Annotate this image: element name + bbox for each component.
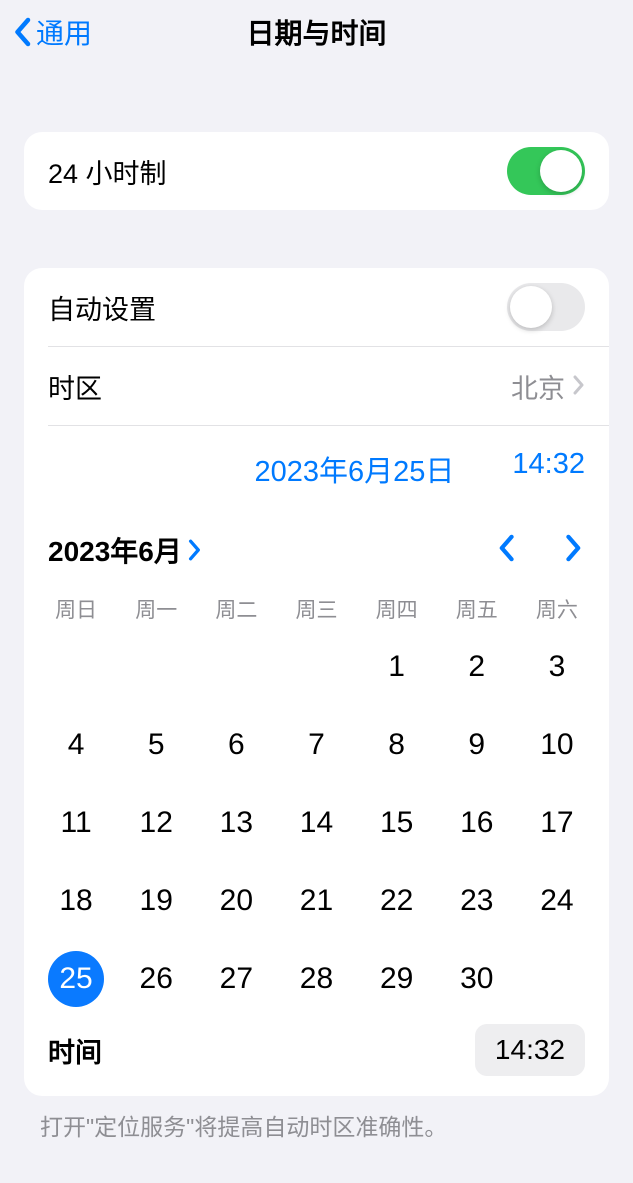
time-picker[interactable]: 14:32 [475, 1024, 585, 1076]
weekday-label: 周三 [276, 594, 356, 628]
weekday-label: 周一 [116, 594, 196, 628]
calendar-day[interactable]: 24 [517, 862, 597, 940]
page-title: 日期与时间 [0, 12, 633, 52]
calendar-empty [116, 628, 196, 706]
month-label: 2023年6月 [48, 530, 182, 570]
calendar-day[interactable]: 25 [36, 940, 116, 1018]
calendar-day[interactable]: 20 [196, 862, 276, 940]
weekday-label: 周四 [357, 594, 437, 628]
calendar-day[interactable]: 4 [36, 706, 116, 784]
label-24hour: 24 小时制 [48, 152, 167, 191]
calendar-day[interactable]: 22 [357, 862, 437, 940]
footer-note: 打开"定位服务"将提高自动时区准确性。 [0, 1096, 633, 1142]
row-timezone[interactable]: 时区 北京 [24, 347, 609, 425]
calendar-day[interactable]: 16 [437, 784, 517, 862]
chevron-right-icon [573, 371, 585, 402]
summary-date[interactable]: 2023年6月25日 [255, 448, 455, 490]
calendar-day[interactable]: 23 [437, 862, 517, 940]
label-time: 时间 [48, 1031, 102, 1070]
calendar-day[interactable]: 8 [357, 706, 437, 784]
switch-auto[interactable] [507, 283, 585, 331]
prev-month-button[interactable] [497, 534, 515, 567]
calendar-day[interactable]: 30 [437, 940, 517, 1018]
chevron-left-icon [12, 17, 32, 47]
calendar-day[interactable]: 12 [116, 784, 196, 862]
calendar-day[interactable]: 2 [437, 628, 517, 706]
back-button[interactable]: 通用 [12, 12, 92, 52]
weekday-label: 周五 [437, 594, 517, 628]
weekday-label: 周二 [196, 594, 276, 628]
calendar-day[interactable]: 18 [36, 862, 116, 940]
calendar-day[interactable]: 7 [276, 706, 356, 784]
calendar-day[interactable]: 28 [276, 940, 356, 1018]
calendar-day[interactable]: 17 [517, 784, 597, 862]
calendar-day[interactable]: 3 [517, 628, 597, 706]
calendar-day[interactable]: 1 [357, 628, 437, 706]
weekday-label: 周日 [36, 594, 116, 628]
calendar-day[interactable]: 15 [357, 784, 437, 862]
calendar-empty [36, 628, 116, 706]
calendar-day[interactable]: 19 [116, 862, 196, 940]
calendar-day[interactable]: 13 [196, 784, 276, 862]
calendar-day[interactable]: 10 [517, 706, 597, 784]
calendar-day[interactable]: 27 [196, 940, 276, 1018]
value-timezone: 北京 [511, 367, 565, 406]
back-label: 通用 [36, 12, 92, 52]
row-24hour: 24 小时制 [24, 132, 609, 210]
row-auto: 自动设置 [24, 268, 609, 346]
chevron-right-icon [188, 539, 202, 561]
calendar-day[interactable]: 11 [36, 784, 116, 862]
calendar-day[interactable]: 21 [276, 862, 356, 940]
calendar-day[interactable]: 5 [116, 706, 196, 784]
month-picker[interactable]: 2023年6月 [48, 530, 202, 570]
row-time: 时间 14:32 [24, 1024, 609, 1096]
calendar-day[interactable]: 14 [276, 784, 356, 862]
label-timezone: 时区 [48, 367, 102, 406]
calendar-day[interactable]: 9 [437, 706, 517, 784]
calendar-day[interactable]: 29 [357, 940, 437, 1018]
next-month-button[interactable] [565, 534, 583, 567]
calendar-empty [196, 628, 276, 706]
label-auto: 自动设置 [48, 288, 156, 327]
summary-time[interactable]: 14:32 [512, 448, 585, 490]
switch-24hour[interactable] [507, 147, 585, 195]
calendar-empty [517, 940, 597, 1018]
calendar-day[interactable]: 6 [196, 706, 276, 784]
weekday-label: 周六 [517, 594, 597, 628]
calendar-empty [276, 628, 356, 706]
date-time-summary: 2023年6月25日 14:32 [24, 426, 609, 512]
calendar-day[interactable]: 26 [116, 940, 196, 1018]
